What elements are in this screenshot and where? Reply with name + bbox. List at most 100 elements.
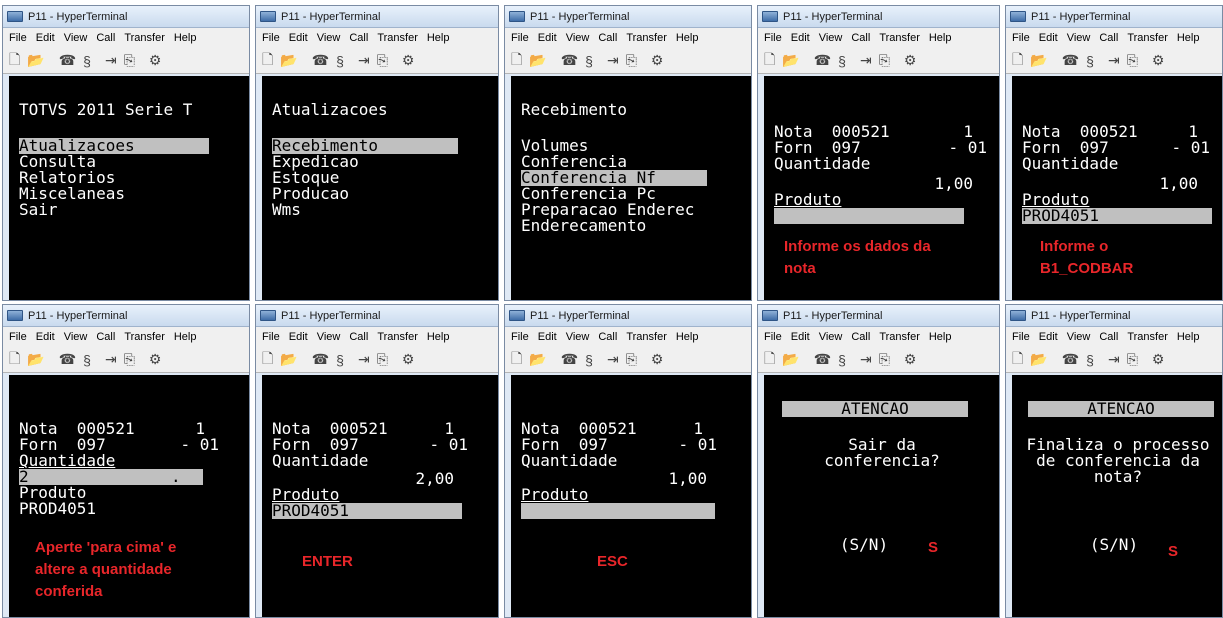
menu-help[interactable]: Help (1177, 331, 1200, 343)
new-icon[interactable]: 🗋 (1012, 348, 1023, 372)
properties-icon[interactable]: ⚙ (402, 52, 415, 69)
disconnect-icon[interactable]: ☎ (814, 52, 831, 69)
menu-edit[interactable]: Edit (791, 32, 810, 44)
properties-icon[interactable]: ⚙ (651, 52, 664, 69)
menu-file[interactable]: File (1012, 331, 1030, 343)
terminal-screen[interactable]: Nota 000521 1 Forn 097 - 01 Quantidade 2… (9, 375, 249, 617)
menu-call[interactable]: Call (851, 331, 870, 343)
menu-edit[interactable]: Edit (791, 331, 810, 343)
open-icon[interactable]: 📂 (782, 52, 799, 69)
menu-transfer[interactable]: Transfer (626, 331, 667, 343)
receive-icon[interactable]: ⎘ (1127, 52, 1138, 69)
menu-view[interactable]: View (1067, 32, 1091, 44)
product-input[interactable]: PROD4051 (272, 503, 349, 519)
terminal-screen[interactable]: Nota 000521 1 Forn 097 - 01 Quantidade 2… (262, 375, 498, 617)
menu-file[interactable]: File (764, 32, 782, 44)
menu-call[interactable]: Call (1099, 32, 1118, 44)
properties-icon[interactable]: ⚙ (904, 351, 917, 368)
menu-edit[interactable]: Edit (538, 331, 557, 343)
menu-edit[interactable]: Edit (1039, 32, 1058, 44)
dial-icon[interactable]: § (838, 352, 846, 368)
dial-icon[interactable]: § (1086, 53, 1094, 69)
new-icon[interactable]: 🗋 (262, 348, 273, 372)
send-icon[interactable]: ⇥ (860, 351, 872, 368)
receive-icon[interactable]: ⎘ (377, 52, 388, 69)
menu-edit[interactable]: Edit (36, 331, 55, 343)
send-icon[interactable]: ⇥ (1108, 52, 1120, 69)
new-icon[interactable]: 🗋 (511, 348, 522, 372)
menu-view[interactable]: View (566, 331, 590, 343)
send-icon[interactable]: ⇥ (105, 52, 117, 69)
menu-call[interactable]: Call (96, 331, 115, 343)
menu-call[interactable]: Call (851, 32, 870, 44)
disconnect-icon[interactable]: ☎ (814, 351, 831, 368)
menu-help[interactable]: Help (427, 32, 450, 44)
open-icon[interactable]: 📂 (1030, 52, 1047, 69)
menu-edit[interactable]: Edit (36, 32, 55, 44)
open-icon[interactable]: 📂 (27, 351, 44, 368)
menu-file[interactable]: File (511, 331, 529, 343)
menu-call[interactable]: Call (598, 32, 617, 44)
send-icon[interactable]: ⇥ (105, 351, 117, 368)
terminal-screen[interactable]: ATENCAO Finaliza o processo de conferenc… (1012, 375, 1222, 617)
menu-help[interactable]: Help (676, 331, 699, 343)
send-icon[interactable]: ⇥ (607, 351, 619, 368)
send-icon[interactable]: ⇥ (358, 351, 370, 368)
product-input[interactable]: PROD4051_ (1022, 208, 1109, 224)
menu-transfer[interactable]: Transfer (626, 32, 667, 44)
disconnect-icon[interactable]: ☎ (312, 52, 329, 69)
menu-transfer[interactable]: Transfer (377, 331, 418, 343)
terminal-screen[interactable]: Atualizacoes Recebimento Expedicao Estoq… (262, 76, 498, 300)
properties-icon[interactable]: ⚙ (1152, 351, 1165, 368)
menu-view[interactable]: View (1067, 331, 1091, 343)
open-icon[interactable]: 📂 (280, 351, 297, 368)
menu-transfer[interactable]: Transfer (124, 331, 165, 343)
dial-icon[interactable]: § (838, 53, 846, 69)
menu-call[interactable]: Call (598, 331, 617, 343)
menu-view[interactable]: View (819, 331, 843, 343)
menu-help[interactable]: Help (174, 32, 197, 44)
open-icon[interactable]: 📂 (529, 52, 546, 69)
terminal-screen[interactable]: Recebimento Volumes Conferencia Conferen… (511, 76, 751, 300)
open-icon[interactable]: 📂 (529, 351, 546, 368)
send-icon[interactable]: ⇥ (358, 52, 370, 69)
dial-icon[interactable]: § (585, 352, 593, 368)
properties-icon[interactable]: ⚙ (149, 52, 162, 69)
terminal-screen[interactable]: ATENCAO Sair da conferencia? (S/N) S (764, 375, 999, 617)
menu-file[interactable]: File (1012, 32, 1030, 44)
menu-edit[interactable]: Edit (289, 331, 308, 343)
menu-file[interactable]: File (764, 331, 782, 343)
product-input[interactable]: _ (521, 503, 531, 519)
dial-icon[interactable]: § (336, 352, 344, 368)
menu-view[interactable]: View (566, 32, 590, 44)
dial-icon[interactable]: § (1086, 352, 1094, 368)
open-icon[interactable]: 📂 (1030, 351, 1047, 368)
menu-file[interactable]: File (262, 331, 280, 343)
terminal-screen[interactable]: Nota 000521 1 Forn 097 - 01 Quantidade 1… (1012, 76, 1222, 300)
menu-view[interactable]: View (819, 32, 843, 44)
dial-icon[interactable]: § (83, 352, 91, 368)
new-icon[interactable]: 🗋 (764, 49, 775, 73)
menu-edit[interactable]: Edit (289, 32, 308, 44)
menu-transfer[interactable]: Transfer (879, 32, 920, 44)
menu-help[interactable]: Help (929, 331, 952, 343)
menu-help[interactable]: Help (929, 32, 952, 44)
dial-icon[interactable]: § (83, 53, 91, 69)
menu-transfer[interactable]: Transfer (124, 32, 165, 44)
menu-view[interactable]: View (317, 32, 341, 44)
menu-help[interactable]: Help (1177, 32, 1200, 44)
menu-option[interactable]: Enderecamento (521, 218, 646, 234)
menu-call[interactable]: Call (349, 331, 368, 343)
menu-view[interactable]: View (64, 331, 88, 343)
menu-edit[interactable]: Edit (1039, 331, 1058, 343)
open-icon[interactable]: 📂 (782, 351, 799, 368)
product-input[interactable] (774, 208, 964, 224)
menu-help[interactable]: Help (676, 32, 699, 44)
menu-file[interactable]: File (262, 32, 280, 44)
terminal-screen[interactable]: TOTVS 2011 Serie T Atualizacoes Consulta… (9, 76, 249, 300)
receive-icon[interactable]: ⎘ (626, 351, 637, 368)
menu-transfer[interactable]: Transfer (377, 32, 418, 44)
disconnect-icon[interactable]: ☎ (561, 351, 578, 368)
receive-icon[interactable]: ⎘ (879, 52, 890, 69)
menu-help[interactable]: Help (174, 331, 197, 343)
